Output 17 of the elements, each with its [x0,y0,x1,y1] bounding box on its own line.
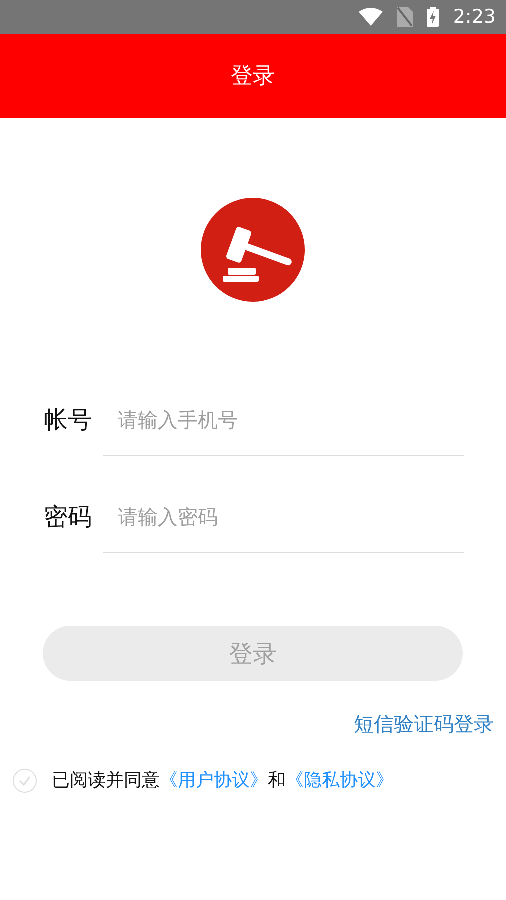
agreement-text: 已阅读并同意 [52,769,160,793]
agreement-conjunction: 和 [268,769,286,793]
check-icon [18,774,32,788]
input-field[interactable]: 请输入手机号 [103,384,464,456]
agreement-checkbox[interactable] [13,768,37,792]
field-label: 帐号 [44,405,93,436]
status-time: 2:23 [453,4,496,30]
wifi-icon [359,8,384,26]
page-title: 登录 [231,62,275,90]
privacy-policy-link[interactable]: 《隐私协议》 [286,767,394,794]
field-label: 密码 [44,502,93,533]
battery-charging-icon [427,7,440,27]
no-sim-icon [397,7,414,27]
user-agreement-link[interactable]: 《用户协议》 [160,767,268,794]
input-field[interactable]: 请输入密码 [103,481,464,553]
gavel-logo-icon [201,198,305,302]
sms-login-link[interactable]: 短信验证码登录 [354,709,494,739]
